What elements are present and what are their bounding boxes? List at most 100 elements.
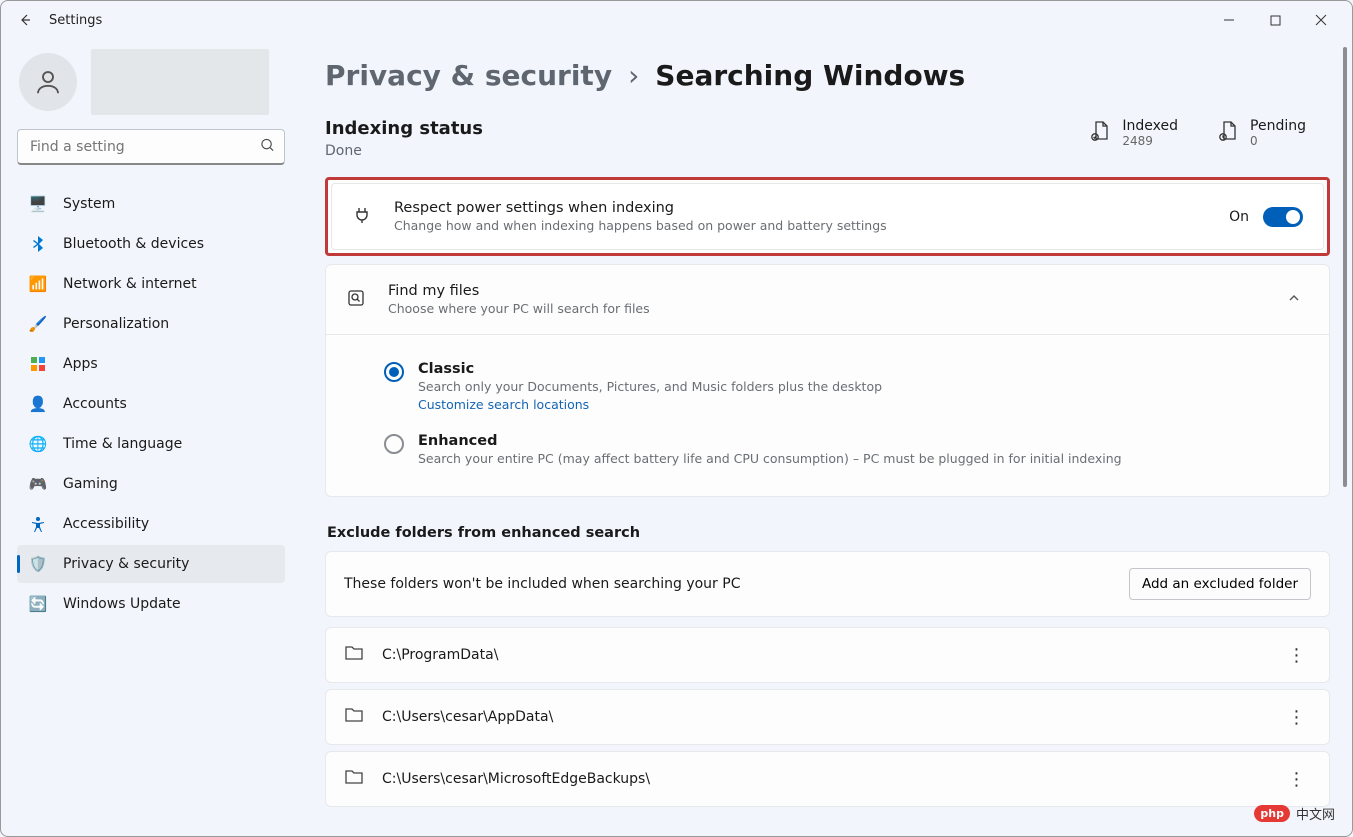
breadcrumb-current: Searching Windows [655, 59, 965, 92]
folder-path: C:\ProgramData\ [382, 647, 498, 663]
folder-icon [344, 706, 364, 728]
nav-item-label: Time & language [63, 436, 182, 452]
maximize-button[interactable] [1252, 4, 1298, 36]
more-options-button[interactable]: ⋮ [1283, 769, 1311, 790]
respect-power-card-highlight: Respect power settings when indexing Cha… [325, 177, 1330, 256]
settings-window: Settings 🖥️System Bluetooth & devices 📶Net… [0, 0, 1353, 837]
nav-item-label: Privacy & security [63, 556, 189, 572]
user-profile[interactable] [19, 49, 285, 115]
chevron-up-icon[interactable] [1279, 290, 1309, 309]
nav-item-network-internet[interactable]: 📶Network & internet [17, 265, 285, 303]
option-label: Enhanced [418, 433, 1122, 449]
file-pending-icon [1218, 120, 1238, 146]
nav-item-accessibility[interactable]: Accessibility [17, 505, 285, 543]
nav-item-gaming[interactable]: 🎮 Gaming [17, 465, 285, 503]
chevron-right-icon: › [628, 59, 639, 92]
more-options-button[interactable]: ⋮ [1283, 707, 1311, 728]
pending-count: 0 [1250, 134, 1306, 148]
nav-icon [29, 515, 47, 533]
watermark: php 中文网 [1254, 804, 1335, 823]
scrollbar[interactable] [1338, 39, 1352, 836]
nav-item-accounts[interactable]: 👤 Accounts [17, 385, 285, 423]
scrollbar-thumb[interactable] [1343, 47, 1347, 487]
exclude-intro-row: These folders won't be included when sea… [325, 551, 1330, 617]
find-files-option-enhanced[interactable]: Enhanced Search your entire PC (may affec… [384, 423, 1317, 476]
folder-icon [344, 768, 364, 790]
find-my-files-options: ClassicSearch only your Documents, Pictu… [325, 335, 1330, 497]
nav-icon: 🖥️ [29, 195, 47, 213]
minimize-button[interactable] [1206, 4, 1252, 36]
nav-icon: 🔄 [29, 595, 47, 613]
nav-item-apps[interactable]: Apps [17, 345, 285, 383]
nav-list: 🖥️System Bluetooth & devices 📶Network & in… [17, 185, 285, 623]
nav-item-personalization[interactable]: 🖌️ Personalization [17, 305, 285, 343]
window-controls [1206, 4, 1344, 36]
window-title: Settings [49, 13, 102, 28]
nav-icon [29, 235, 47, 253]
folder-icon [344, 644, 364, 666]
nav-item-label: Personalization [63, 316, 169, 332]
find-my-files-subtitle: Choose where your PC will search for fil… [388, 301, 1259, 316]
nav-icon: 🛡️ [29, 555, 47, 573]
nav-item-privacy-security[interactable]: 🛡️ Privacy & security [17, 545, 285, 583]
excluded-folders-list: C:\ProgramData\ ⋮ C:\Users\cesar\AppData\ ⋮… [325, 627, 1330, 807]
option-desc: Search your entire PC (may affect batter… [418, 451, 1122, 466]
search-input[interactable] [17, 129, 285, 165]
nav-item-label: Bluetooth & devices [63, 236, 204, 252]
radio-enhanced[interactable] [384, 434, 404, 454]
person-icon [33, 67, 63, 97]
nav-icon: 👤 [29, 395, 47, 413]
exclude-heading: Exclude folders from enhanced search [327, 525, 1330, 541]
respect-power-title: Respect power settings when indexing [394, 200, 1209, 216]
php-badge: php [1254, 805, 1290, 822]
more-options-button[interactable]: ⋮ [1283, 645, 1311, 666]
excluded-folder-row[interactable]: C:\Users\cesar\AppData\ ⋮ [325, 689, 1330, 745]
power-plug-icon [352, 205, 374, 229]
indexed-label: Indexed [1122, 118, 1178, 134]
nav-item-windows-update[interactable]: 🔄 Windows Update [17, 585, 285, 623]
add-excluded-folder-button[interactable]: Add an excluded folder [1129, 568, 1311, 600]
nav-item-label: Accounts [63, 396, 127, 412]
nav-icon [29, 355, 47, 373]
nav-icon: 🎮 [29, 475, 47, 493]
option-desc: Search only your Documents, Pictures, an… [418, 379, 882, 394]
back-button[interactable] [9, 4, 41, 36]
nav-item-system[interactable]: 🖥️System [17, 185, 285, 223]
breadcrumb-parent[interactable]: Privacy & security [325, 59, 612, 92]
customize-search-locations-link[interactable]: Customize search locations [418, 397, 589, 412]
radio-classic[interactable] [384, 362, 404, 382]
respect-power-toggle[interactable] [1263, 207, 1303, 227]
nav-item-bluetooth-devices[interactable]: Bluetooth & devices [17, 225, 285, 263]
excluded-folder-row[interactable]: C:\Users\cesar\MicrosoftEdgeBackups\ ⋮ [325, 751, 1330, 807]
nav-item-label: Accessibility [63, 516, 149, 532]
avatar [19, 53, 77, 111]
file-check-icon [1090, 120, 1110, 146]
sidebar: 🖥️System Bluetooth & devices 📶Network & in… [1, 39, 301, 836]
search-file-icon [346, 288, 368, 312]
exclude-intro-text: These folders won't be included when sea… [344, 576, 1129, 592]
nav-item-label: Apps [63, 356, 98, 372]
indexing-status-heading: Indexing status [325, 118, 1050, 139]
nav-item-label: Gaming [63, 476, 118, 492]
close-button[interactable] [1298, 4, 1344, 36]
find-my-files-title: Find my files [388, 283, 1259, 299]
folder-path: C:\Users\cesar\AppData\ [382, 709, 553, 725]
nav-item-label: Windows Update [63, 596, 181, 612]
nav-item-time-language[interactable]: 🌐 Time & language [17, 425, 285, 463]
nav-icon: 🖌️ [29, 315, 47, 333]
watermark-text: 中文网 [1296, 804, 1335, 823]
title-bar: Settings [1, 1, 1352, 39]
toggle-state-label: On [1229, 209, 1249, 225]
indexed-stat: Indexed 2489 [1090, 118, 1178, 148]
user-name-placeholder [91, 49, 269, 115]
respect-power-subtitle: Change how and when indexing happens bas… [394, 218, 1209, 233]
search-box[interactable] [17, 129, 285, 165]
nav-icon: 📶 [29, 275, 47, 293]
nav-icon: 🌐 [29, 435, 47, 453]
find-files-option-classic[interactable]: ClassicSearch only your Documents, Pictu… [384, 351, 1317, 423]
find-my-files-card[interactable]: Find my files Choose where your PC will … [325, 264, 1330, 335]
excluded-folder-row[interactable]: C:\ProgramData\ ⋮ [325, 627, 1330, 683]
indexed-count: 2489 [1122, 134, 1178, 148]
indexing-status-row: Indexing status Done Indexed 2489 Pen [325, 118, 1330, 159]
folder-path: C:\Users\cesar\MicrosoftEdgeBackups\ [382, 771, 650, 787]
